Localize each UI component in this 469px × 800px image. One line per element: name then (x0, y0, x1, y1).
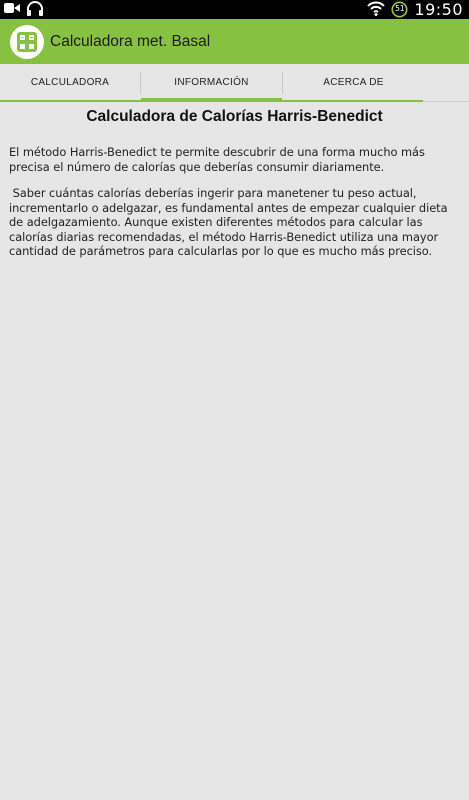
headphones-icon (26, 0, 44, 20)
info-content: Calculadora de Calorías Harris-Benedict … (0, 101, 469, 259)
calculator-icon[interactable] (10, 24, 44, 59)
status-right-icons: 51 19:50 (367, 0, 463, 19)
tab-acerca-de-label: ACERCA DE (323, 77, 384, 88)
tab-informacion-label: INFORMACIÓN (174, 77, 249, 88)
clock: 19:50 (414, 0, 463, 19)
status-left-icons (4, 0, 44, 20)
tab-calculadora-label: CALCULADORA (30, 77, 110, 88)
tab-acerca-de[interactable]: ACERCA DE (283, 64, 424, 101)
video-icon (4, 0, 20, 19)
app-title: Calculadora met. Basal (50, 32, 211, 50)
tab-bar: CALCULADORA INFORMACIÓN ACERCA DE (0, 64, 469, 102)
app-bar: Calculadora met. Basal (0, 19, 469, 64)
battery-level: 51 (395, 4, 405, 13)
tab-calculadora[interactable]: CALCULADORA (0, 64, 140, 101)
info-paragraph-2: Saber cuántas calorías deberías ingerir … (9, 186, 452, 258)
battery-icon: 51 (391, 1, 408, 18)
status-bar: 51 19:50 (0, 0, 469, 19)
tab-informacion[interactable]: INFORMACIÓN (141, 64, 282, 102)
info-paragraph-1: El método Harris-Benedict te permite des… (9, 145, 429, 174)
wifi-icon (367, 0, 386, 20)
page-title: Calculadora de Calorías Harris-Benedict (86, 108, 383, 125)
